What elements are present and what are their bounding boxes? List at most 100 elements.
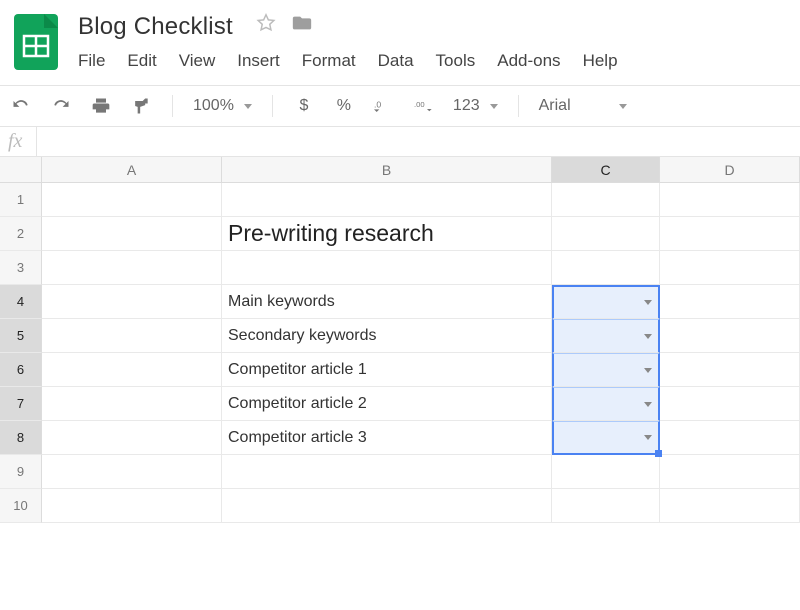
cell-B5[interactable]: Secondary keywords [222,319,552,353]
cell-D9[interactable] [660,455,800,489]
cell-A8[interactable] [42,421,222,455]
cell-D8[interactable] [660,421,800,455]
toolbar-separator [172,95,173,117]
cell-C1[interactable] [552,183,660,217]
row-header-6[interactable]: 6 [0,353,42,387]
cell-A3[interactable] [42,251,222,285]
menu-view[interactable]: View [179,51,216,71]
star-icon[interactable] [255,12,277,37]
menu-file[interactable]: File [78,51,105,71]
paint-format-button[interactable] [130,94,152,118]
row-header-9[interactable]: 9 [0,455,42,489]
cell-A10[interactable] [42,489,222,523]
number-format-value: 123 [453,97,480,115]
selection-handle[interactable] [655,450,662,457]
decrease-decimal-button[interactable]: .0 [373,94,395,118]
menu-insert[interactable]: Insert [237,51,280,71]
menu-data[interactable]: Data [378,51,414,71]
spreadsheet-grid[interactable]: A B C D 1 2 Pre-writing research 3 4 Mai… [0,157,800,523]
sheets-app-icon[interactable] [14,14,58,70]
zoom-select[interactable]: 100% [193,97,252,115]
chevron-down-icon [644,334,652,339]
row-header-8[interactable]: 8 [0,421,42,455]
cell-D4[interactable] [660,285,800,319]
cell-D1[interactable] [660,183,800,217]
row-header-3[interactable]: 3 [0,251,42,285]
undo-button[interactable] [10,94,32,118]
chevron-down-icon [619,104,627,109]
fx-label: fx [8,130,36,153]
document-title[interactable]: Blog Checklist [76,11,235,42]
menu-addons[interactable]: Add-ons [497,51,560,71]
row-header-2[interactable]: 2 [0,217,42,251]
zoom-value: 100% [193,97,234,115]
cell-C2[interactable] [552,217,660,251]
cell-D7[interactable] [660,387,800,421]
format-currency-button[interactable]: $ [293,94,315,118]
cell-D6[interactable] [660,353,800,387]
cell-C5-dropdown[interactable] [552,319,660,353]
cell-C10[interactable] [552,489,660,523]
toolbar-separator [272,95,273,117]
cell-B7[interactable]: Competitor article 2 [222,387,552,421]
font-select[interactable]: Arial [539,97,627,115]
print-button[interactable] [90,94,112,118]
row-header-1[interactable]: 1 [0,183,42,217]
column-header-B[interactable]: B [222,157,552,183]
cell-B3[interactable] [222,251,552,285]
toolbar: 100% $ % .0 .00 123 Arial [0,85,800,127]
row-header-4[interactable]: 4 [0,285,42,319]
menu-edit[interactable]: Edit [127,51,156,71]
redo-button[interactable] [50,94,72,118]
chevron-down-icon [644,368,652,373]
cell-A9[interactable] [42,455,222,489]
cell-A5[interactable] [42,319,222,353]
header: Blog Checklist File Edit View Insert For… [0,0,800,71]
menu-help[interactable]: Help [583,51,618,71]
font-value: Arial [539,97,609,115]
cell-B2[interactable]: Pre-writing research [222,217,552,251]
increase-decimal-button[interactable]: .00 [413,94,435,118]
cell-D3[interactable] [660,251,800,285]
number-format-select[interactable]: 123 [453,97,498,115]
cell-A1[interactable] [42,183,222,217]
cell-B10[interactable] [222,489,552,523]
menu-bar: File Edit View Insert Format Data Tools … [76,51,618,71]
cell-B6[interactable]: Competitor article 1 [222,353,552,387]
cell-B9[interactable] [222,455,552,489]
cell-D5[interactable] [660,319,800,353]
chevron-down-icon [244,104,252,109]
menu-tools[interactable]: Tools [436,51,476,71]
chevron-down-icon [644,435,652,440]
cell-A4[interactable] [42,285,222,319]
cell-C7-dropdown[interactable] [552,387,660,421]
svg-text:.00: .00 [414,100,425,109]
cell-B4[interactable]: Main keywords [222,285,552,319]
cell-D2[interactable] [660,217,800,251]
chevron-down-icon [644,300,652,305]
cell-C9[interactable] [552,455,660,489]
cell-A7[interactable] [42,387,222,421]
row-header-5[interactable]: 5 [0,319,42,353]
cell-C4-dropdown[interactable] [552,285,660,319]
cell-C3[interactable] [552,251,660,285]
cell-C6-dropdown[interactable] [552,353,660,387]
cell-B8[interactable]: Competitor article 3 [222,421,552,455]
menu-format[interactable]: Format [302,51,356,71]
cell-B1[interactable] [222,183,552,217]
format-percent-button[interactable]: % [333,94,355,118]
row-header-10[interactable]: 10 [0,489,42,523]
cell-D10[interactable] [660,489,800,523]
cell-A2[interactable] [42,217,222,251]
cell-C8-dropdown[interactable] [552,421,660,455]
chevron-down-icon [644,402,652,407]
row-header-7[interactable]: 7 [0,387,42,421]
column-header-C[interactable]: C [552,157,660,183]
column-header-D[interactable]: D [660,157,800,183]
formula-input[interactable] [36,127,800,156]
toolbar-separator [518,95,519,117]
select-all-corner[interactable] [0,157,42,183]
column-header-A[interactable]: A [42,157,222,183]
cell-A6[interactable] [42,353,222,387]
folder-icon[interactable] [291,12,313,37]
